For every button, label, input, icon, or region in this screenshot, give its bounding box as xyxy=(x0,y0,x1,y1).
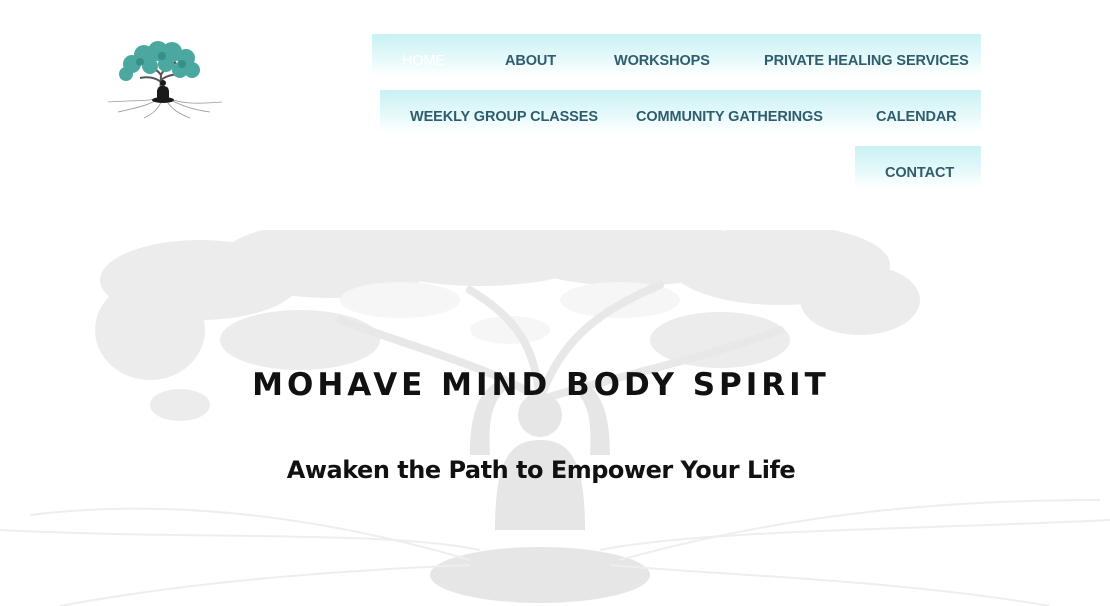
nav-weekly-group-classes[interactable]: WEEKLY GROUP CLASSES xyxy=(410,90,598,132)
nav-calendar[interactable]: CALENDAR xyxy=(876,90,957,132)
nav-row-2: WEEKLY GROUP CLASSES COMMUNITY GATHERING… xyxy=(380,90,981,132)
tree-of-life-logo-icon[interactable] xyxy=(100,40,228,120)
nav-row-3: CONTACT xyxy=(855,146,981,188)
page: HOME ABOUT WORKSHOPS PRIVATE HEALING SER… xyxy=(0,0,1110,606)
site-tagline: Awaken the Path to Empower Your Life xyxy=(286,455,796,484)
nav-workshops[interactable]: WORKSHOPS xyxy=(614,34,710,76)
nav-home[interactable]: HOME xyxy=(402,34,445,76)
nav-row-1: HOME ABOUT WORKSHOPS PRIVATE HEALING SER… xyxy=(372,34,981,76)
nav-about[interactable]: ABOUT xyxy=(505,34,556,76)
tree-of-life-watermark-icon xyxy=(0,230,1110,606)
nav-private-healing-services[interactable]: PRIVATE HEALING SERVICES xyxy=(764,34,969,76)
site-title: MOHAVE MIND BODY SPIRIT xyxy=(252,366,830,403)
nav-community-gatherings[interactable]: COMMUNITY GATHERINGS xyxy=(636,90,823,132)
hero-section: MOHAVE MIND BODY SPIRIT Awaken the Path … xyxy=(0,230,1110,606)
nav-contact[interactable]: CONTACT xyxy=(885,146,954,188)
